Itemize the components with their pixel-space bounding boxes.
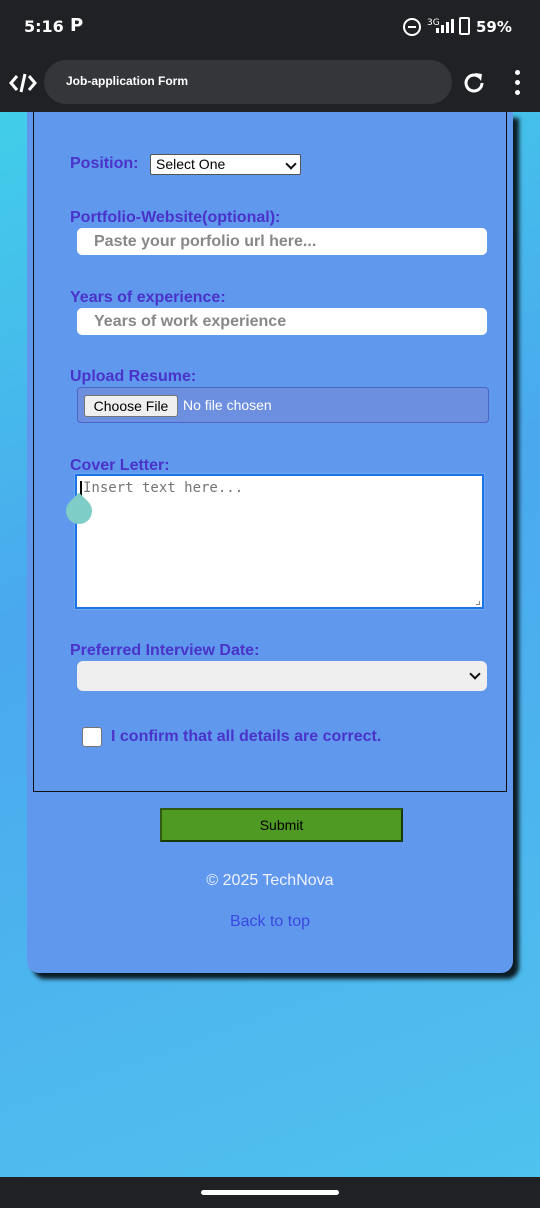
- position-selected-value: Select One: [156, 156, 226, 172]
- interview-date-select[interactable]: [77, 661, 487, 691]
- experience-placeholder: Years of work experience: [94, 313, 287, 330]
- do-not-disturb-icon: [403, 18, 421, 36]
- experience-label: Years of experience:: [70, 289, 226, 306]
- chevron-down-icon: [285, 158, 297, 170]
- experience-input[interactable]: Years of work experience: [77, 308, 487, 335]
- reload-icon[interactable]: [461, 70, 487, 96]
- status-bar: 5:16 P 3G 59%: [0, 0, 540, 54]
- signal-strength-icon: [436, 19, 454, 33]
- back-to-top-link[interactable]: Back to top: [27, 913, 513, 931]
- more-vert-icon[interactable]: [512, 70, 522, 96]
- chevron-down-icon: [469, 668, 481, 680]
- cover-letter-placeholder: Insert text here...: [83, 480, 244, 496]
- portfolio-input[interactable]: Paste your porfolio url here...: [77, 228, 487, 255]
- copyright-text: © 2025 TechNova: [206, 872, 334, 889]
- notification-app-icon: P: [70, 15, 84, 36]
- application-form: Position: Select One Portfolio-Website(o…: [33, 112, 507, 792]
- address-bar[interactable]: Job-application Form: [44, 60, 452, 104]
- code-brackets-icon[interactable]: [9, 71, 37, 95]
- resume-label: Upload Resume:: [70, 368, 197, 385]
- home-gesture-handle[interactable]: [201, 1190, 339, 1195]
- resume-file-input[interactable]: Choose File No file chosen: [77, 387, 489, 423]
- battery-icon: [459, 17, 470, 35]
- page-title: Job-application Form: [66, 74, 189, 88]
- browser-toolbar: Job-application Form: [0, 54, 540, 112]
- interview-date-label: Preferred Interview Date:: [70, 642, 260, 659]
- battery-percent: 59%: [476, 18, 512, 36]
- position-select[interactable]: Select One: [150, 154, 301, 175]
- confirm-label: I confirm that all details are correct.: [111, 728, 382, 745]
- submit-button[interactable]: Submit: [160, 808, 403, 842]
- choose-file-button[interactable]: Choose File: [84, 395, 178, 417]
- cover-letter-textarea[interactable]: Insert text here...: [74, 473, 485, 610]
- position-label: Position:: [70, 155, 139, 172]
- system-nav-bar: [0, 1177, 540, 1208]
- form-card: Position: Select One Portfolio-Website(o…: [27, 112, 513, 973]
- confirm-checkbox[interactable]: [82, 727, 102, 747]
- portfolio-label: Portfolio-Website(optional):: [70, 209, 281, 226]
- status-time: 5:16: [24, 17, 64, 36]
- portfolio-placeholder: Paste your porfolio url here...: [94, 233, 317, 250]
- resize-grip-icon[interactable]: [476, 601, 480, 605]
- cover-letter-label: Cover Letter:: [70, 457, 170, 474]
- file-status: No file chosen: [183, 397, 272, 413]
